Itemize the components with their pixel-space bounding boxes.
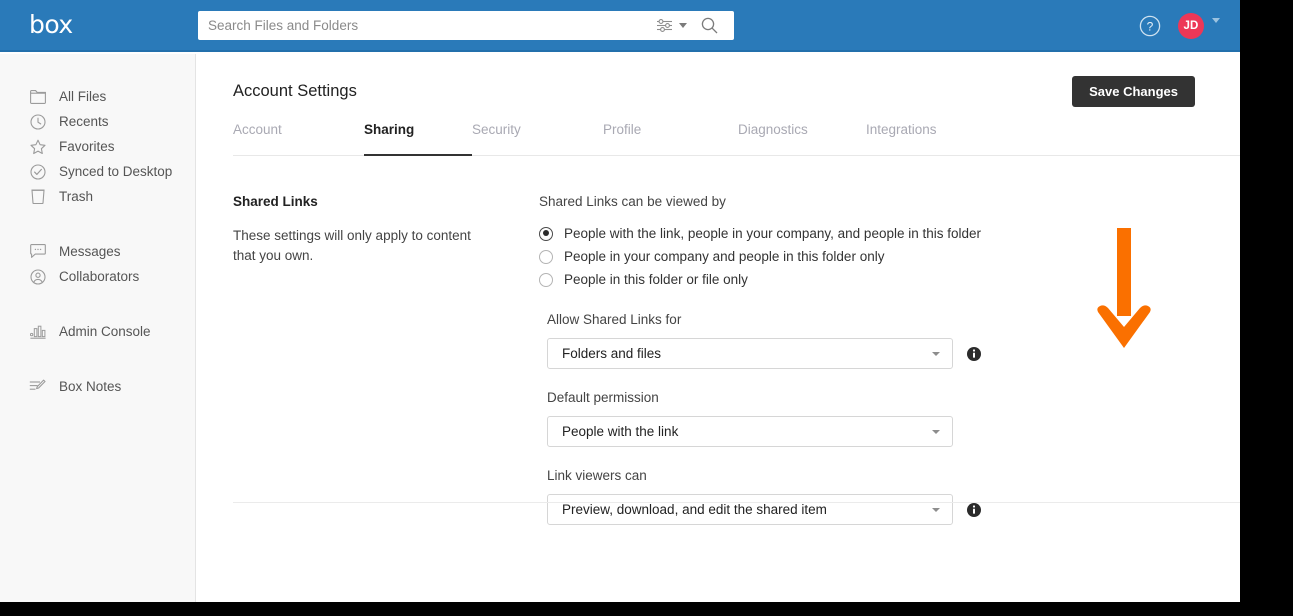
radio-option-label: People in your company and people in thi…	[564, 249, 885, 264]
radio-option-folder-only[interactable]: People in this folder or file only	[539, 268, 1099, 291]
info-icon[interactable]	[967, 502, 981, 517]
save-changes-button[interactable]: Save Changes	[1072, 76, 1195, 107]
avatar[interactable]: JD	[1178, 13, 1204, 39]
sidebar-item-box-notes[interactable]: Box Notes	[0, 374, 195, 399]
field-label: Link viewers can	[547, 468, 647, 483]
box-logo[interactable]: box	[29, 11, 73, 39]
chevron-down-icon[interactable]	[932, 507, 940, 512]
section-description: These settings will only apply to conten…	[233, 228, 471, 263]
magnifier-icon[interactable]	[701, 11, 718, 40]
shared-links-settings-column: Shared Links can be viewed by People wit…	[539, 194, 1099, 525]
sidebar-item-label: Box Notes	[59, 379, 122, 394]
sidebar-item-label: Synced to Desktop	[59, 164, 173, 179]
section-divider	[233, 502, 1240, 503]
sidebar-item-label: Messages	[59, 244, 121, 259]
sidebar-item-synced-to-desktop[interactable]: Synced to Desktop	[0, 159, 195, 184]
box-app-window: box Search Files and Folders ? JD All Fi…	[0, 0, 1240, 602]
chevron-down-icon[interactable]	[932, 429, 940, 434]
star-icon	[29, 138, 46, 155]
radio-group-label: Shared Links can be viewed by	[539, 194, 726, 209]
field-label: Allow Shared Links for	[547, 312, 682, 327]
top-header-bar: box Search Files and Folders ? JD	[0, 0, 1240, 52]
sidebar-item-admin-console[interactable]: Admin Console	[0, 319, 195, 344]
sidebar-divider-gap	[0, 344, 195, 374]
chevron-down-icon[interactable]	[932, 351, 940, 356]
page-title: Account Settings	[233, 82, 357, 100]
sidebar-item-label: Recents	[59, 114, 109, 129]
sidebar-item-recents[interactable]: Recents	[0, 109, 195, 134]
tab-integrations[interactable]: Integrations	[866, 122, 937, 156]
avatar-chevron-down-icon[interactable]	[1212, 18, 1220, 41]
folder-icon	[29, 88, 46, 105]
radio-option-everyone[interactable]: People with the link, people in your com…	[539, 222, 1099, 245]
tab-diagnostics[interactable]: Diagnostics	[738, 122, 866, 156]
select-value: Preview, download, and edit the shared i…	[562, 502, 827, 517]
trash-icon	[29, 188, 46, 205]
clock-icon	[29, 113, 46, 130]
link-viewers-field: Link viewers can Preview, download, and …	[547, 468, 1099, 525]
filter-sliders-icon[interactable]	[657, 11, 672, 40]
field-label: Default permission	[547, 390, 659, 405]
sidebar-item-favorites[interactable]: Favorites	[0, 134, 195, 159]
radio-option-label: People with the link, people in your com…	[564, 226, 982, 241]
main-content: Account Settings Save Changes Account Sh…	[197, 54, 1240, 602]
tab-sharing[interactable]: Sharing	[364, 122, 472, 156]
settings-tab-bar: Account Sharing Security Profile Diagnos…	[233, 122, 1240, 156]
sidebar-item-label: All Files	[59, 89, 107, 104]
radio-button-icon[interactable]	[539, 249, 553, 264]
select-value: People with the link	[562, 424, 679, 439]
sidebar-item-messages[interactable]: Messages	[0, 239, 195, 264]
sidebar-item-label: Admin Console	[59, 324, 151, 339]
tab-profile[interactable]: Profile	[603, 122, 738, 156]
select-row: Folders and files	[547, 338, 1099, 369]
select-value: Folders and files	[562, 346, 662, 361]
search-input[interactable]	[208, 11, 638, 40]
tab-account[interactable]: Account	[233, 122, 364, 156]
select-row: People with the link	[547, 416, 1099, 447]
shared-links-description-column: Shared Links These settings will only ap…	[233, 194, 483, 266]
link-viewers-select[interactable]: Preview, download, and edit the shared i…	[547, 494, 953, 525]
radio-option-label: People in this folder or file only	[564, 272, 748, 287]
bar-chart-icon	[29, 323, 46, 340]
allow-shared-links-field: Allow Shared Links for Folders and files	[547, 312, 1099, 369]
default-permission-field: Default permission People with the link	[547, 390, 1099, 447]
left-sidebar: All Files Recents Favorites Synced to De…	[0, 54, 196, 602]
sidebar-item-trash[interactable]: Trash	[0, 184, 195, 209]
radio-option-company-and-folder[interactable]: People in your company and people in thi…	[539, 245, 1099, 268]
user-circle-icon	[29, 268, 46, 285]
shared-links-visibility-radio-group: People with the link, people in your com…	[539, 222, 1099, 291]
radio-button-icon[interactable]	[539, 226, 553, 241]
sidebar-item-collaborators[interactable]: Collaborators	[0, 264, 195, 289]
check-circle-icon	[29, 163, 46, 180]
sidebar-divider-gap	[0, 209, 195, 239]
sidebar-item-label: Collaborators	[59, 269, 140, 284]
section-title: Shared Links	[233, 194, 318, 209]
default-permission-select[interactable]: People with the link	[547, 416, 953, 447]
chat-bubble-icon	[29, 243, 46, 260]
notes-icon	[29, 378, 46, 395]
sidebar-item-label: Trash	[59, 189, 94, 204]
radio-button-icon[interactable]	[539, 272, 553, 287]
search-filter-chevron-down-icon[interactable]	[679, 11, 687, 40]
help-circle-icon[interactable]: ?	[1139, 15, 1161, 37]
sidebar-item-all-files[interactable]: All Files	[0, 84, 195, 109]
tab-security[interactable]: Security	[472, 122, 603, 156]
sidebar-divider-gap	[0, 289, 195, 319]
svg-text:?: ?	[1147, 19, 1154, 33]
select-row: Preview, download, and edit the shared i…	[547, 494, 1099, 525]
sidebar-item-label: Favorites	[59, 139, 115, 154]
allow-shared-links-select[interactable]: Folders and files	[547, 338, 953, 369]
info-icon[interactable]	[967, 346, 981, 361]
search-bar[interactable]	[198, 11, 734, 40]
